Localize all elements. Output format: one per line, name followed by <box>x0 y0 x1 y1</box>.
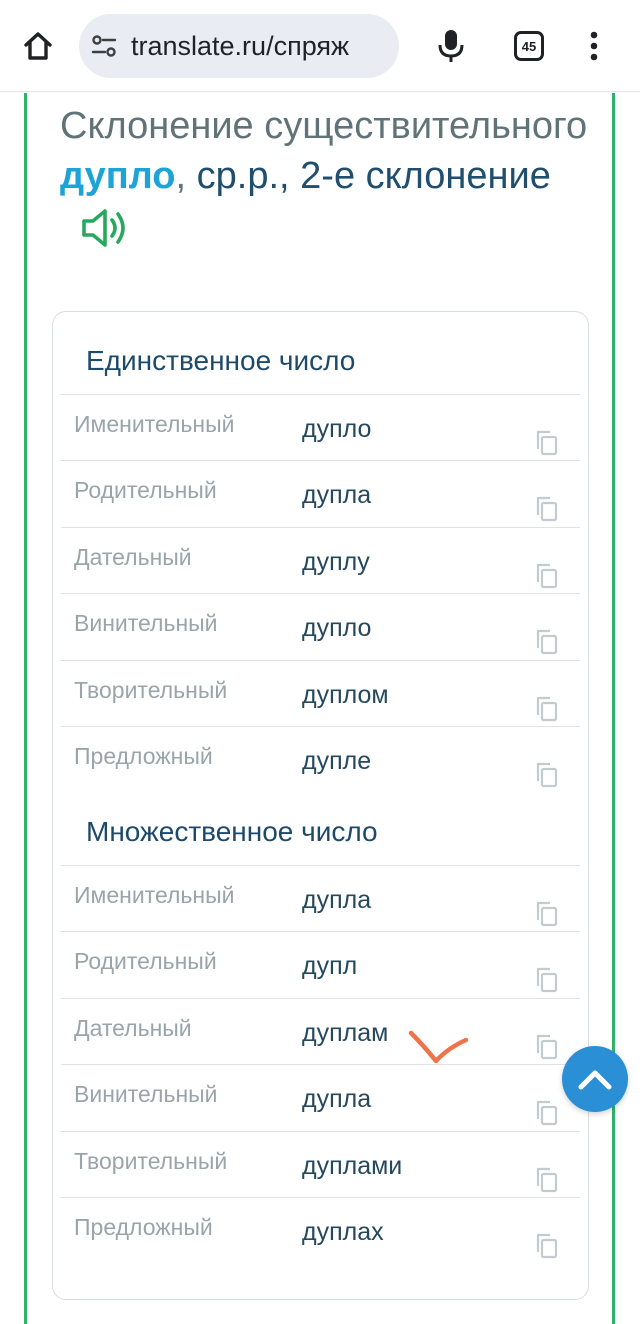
case-name: Винительный <box>74 610 218 637</box>
copy-icon[interactable] <box>535 1099 559 1127</box>
title-suffix: , <box>175 155 187 197</box>
table-row: Дательный дуплам <box>61 997 580 1064</box>
word-form: дупла <box>302 886 372 914</box>
address-bar[interactable]: translate.ru/спряж <box>79 14 399 78</box>
table-row: Именительный дупло <box>61 394 580 460</box>
content-border-right <box>612 93 615 1324</box>
browser-menu-button[interactable] <box>562 14 626 78</box>
case-name: Предложный <box>74 1214 213 1240</box>
word-form: дупле <box>302 747 372 775</box>
title-word: дупло <box>60 155 176 197</box>
case-name: Дательный <box>74 543 192 570</box>
word-form: дуплу <box>302 547 370 576</box>
site-settings-icon[interactable] <box>91 34 117 58</box>
word-form: дупло <box>302 614 372 643</box>
copy-icon[interactable] <box>535 1232 559 1260</box>
handwritten-checkmark <box>408 1030 469 1064</box>
copy-icon[interactable] <box>535 761 559 789</box>
copy-icon[interactable] <box>535 562 559 590</box>
copy-icon[interactable] <box>535 1166 559 1194</box>
copy-icon[interactable] <box>535 429 559 457</box>
word-form: дуплом <box>302 680 389 709</box>
case-name: Именительный <box>74 882 235 908</box>
word-form: дупла <box>302 1085 372 1114</box>
microphone-icon <box>438 30 464 62</box>
plural-section-title: Множественное число <box>86 816 378 847</box>
speaker-icon[interactable] <box>80 206 132 250</box>
word-form: дуплами <box>302 1151 403 1180</box>
page-title: Склонение существительного дупло, ср.р.,… <box>60 101 600 251</box>
tab-switcher-button[interactable]: 45 <box>497 14 561 78</box>
word-form: дупла <box>302 481 372 510</box>
table-row: Творительный дуплами <box>61 1130 580 1197</box>
scroll-to-top-button[interactable] <box>562 1046 628 1112</box>
table-row: Родительный дупла <box>61 460 580 526</box>
case-name: Предложный <box>74 743 213 769</box>
case-name: Родительный <box>74 948 217 975</box>
more-vert-icon <box>590 31 598 61</box>
word-form: дуплам <box>302 1018 389 1047</box>
copy-icon[interactable] <box>535 495 559 523</box>
chevron-up-icon <box>578 1070 612 1090</box>
case-name: Именительный <box>74 411 235 437</box>
copy-icon[interactable] <box>535 1033 559 1061</box>
home-icon <box>24 32 52 60</box>
table-row: Творительный дуплом <box>61 659 580 726</box>
url-text[interactable]: translate.ru/спряж <box>131 14 349 78</box>
copy-icon[interactable] <box>535 900 559 928</box>
page-content: Склонение существительного дупло, ср.р.,… <box>0 93 640 1324</box>
case-name: Творительный <box>74 676 228 703</box>
table-row: Именительный дупла <box>61 865 580 931</box>
table-row: Родительный дупл <box>61 931 580 997</box>
title-grammar-info: ср.р., 2-е склонение <box>196 155 551 197</box>
table-row: Винительный дупло <box>61 593 580 659</box>
table-row: Дательный дуплу <box>61 526 580 593</box>
table-row: Предложный дуплах <box>61 1197 580 1263</box>
tab-count: 45 <box>514 31 544 61</box>
case-name: Творительный <box>74 1147 228 1174</box>
word-form: дуплах <box>302 1218 384 1246</box>
word-form: дупл <box>302 952 358 981</box>
case-name: Дательный <box>74 1014 192 1041</box>
table-row: Винительный дупла <box>61 1064 580 1130</box>
voice-search-button[interactable] <box>419 14 483 78</box>
copy-icon[interactable] <box>535 695 559 723</box>
word-form: дупло <box>302 415 372 443</box>
case-name: Винительный <box>74 1081 218 1108</box>
home-button[interactable] <box>6 14 70 78</box>
case-name: Родительный <box>74 477 217 504</box>
table-row: Предложный дупле <box>61 726 580 792</box>
singular-section-title: Единственное число <box>86 345 356 376</box>
copy-icon[interactable] <box>535 966 559 994</box>
content-border-left <box>24 93 27 1324</box>
copy-icon[interactable] <box>535 628 559 656</box>
title-prefix: Склонение существительного <box>60 105 588 147</box>
browser-toolbar: translate.ru/спряж 45 <box>0 0 640 92</box>
